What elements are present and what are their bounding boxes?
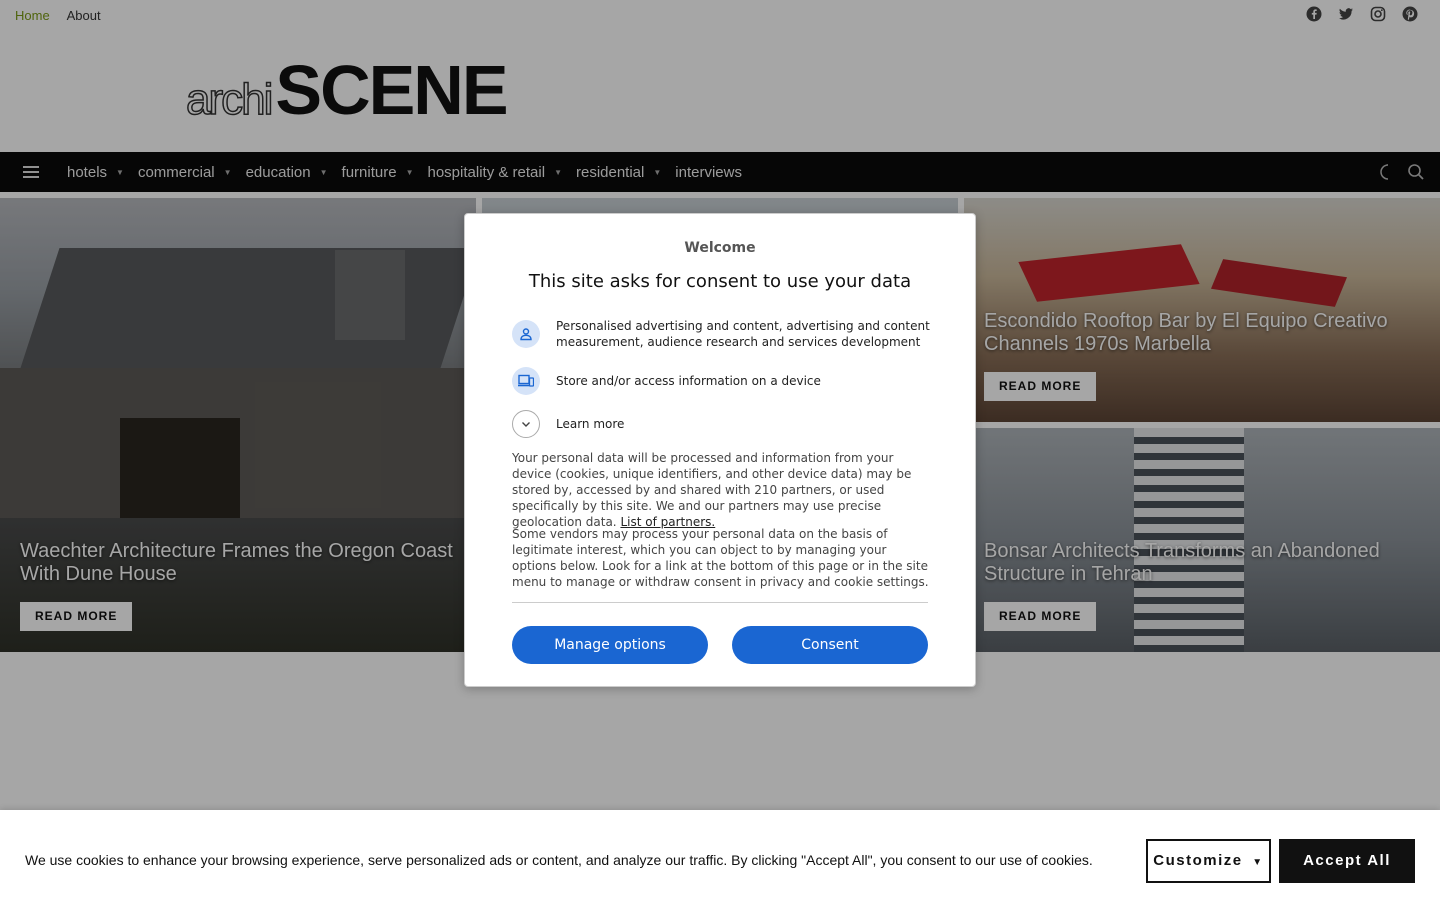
person-icon [512,320,540,348]
consent-dialog: Welcome This site asks for consent to us… [464,213,976,687]
purpose-text: Store and/or access information on a dev… [556,374,821,388]
caret-down-icon: ▼ [1252,857,1264,868]
devices-icon [512,367,540,395]
dialog-welcome: Welcome [684,240,756,256]
divider [512,602,928,603]
manage-options-button[interactable]: Manage options [512,626,708,664]
consent-paragraph-2: Some vendors may process your personal d… [512,527,929,589]
consent-button[interactable]: Consent [732,626,928,664]
customize-label: Customize [1153,852,1243,869]
purpose-text: Personalised advertising and content, ad… [556,319,930,349]
purpose-store-access: Store and/or access information on a dev… [512,367,930,395]
learn-more-label[interactable]: Learn more [556,416,624,432]
cookie-bar: We use cookies to enhance your browsing … [0,810,1440,900]
dialog-title: This site asks for consent to use your d… [528,271,912,292]
consent-paragraph-1: Your personal data will be processed and… [512,450,930,530]
accept-all-button[interactable]: Accept All [1279,839,1415,883]
learn-more-toggle[interactable]: Learn more [512,410,930,438]
cookie-message: We use cookies to enhance your browsing … [25,852,1093,868]
customize-button[interactable]: Customize ▼ [1146,839,1271,883]
purpose-personalised-ads: Personalised advertising and content, ad… [512,318,930,350]
chevron-down-icon[interactable] [512,410,540,438]
